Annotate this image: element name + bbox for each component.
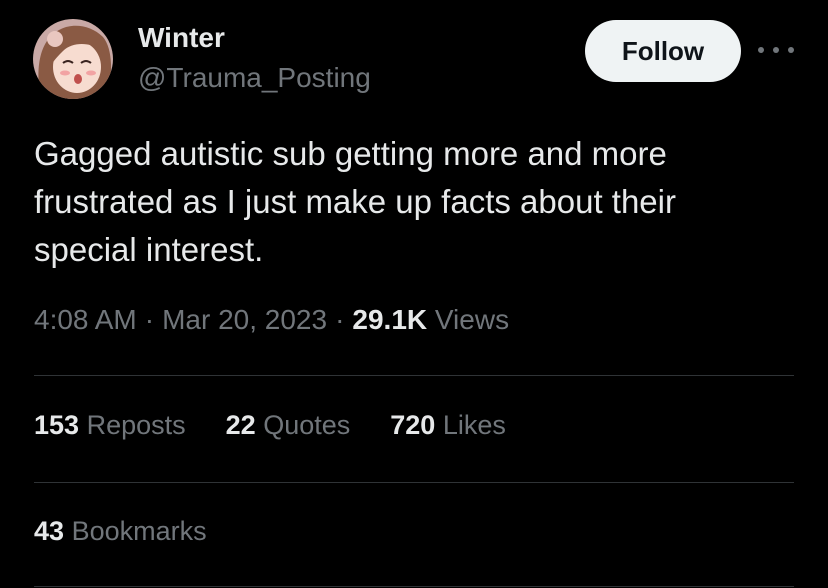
tweet-date[interactable]: Mar 20, 2023	[162, 304, 327, 335]
quotes-stat[interactable]: 22 Quotes	[226, 410, 351, 441]
more-dot	[788, 47, 794, 53]
views-count: 29.1K	[352, 304, 428, 335]
more-horizontal-icon[interactable]	[758, 38, 794, 62]
bookmarks-stat[interactable]: 43 Bookmarks	[34, 516, 207, 547]
quotes-count: 22	[225, 410, 256, 440]
divider	[34, 586, 794, 587]
quotes-label: Quotes	[263, 410, 351, 440]
tweet-text: Gagged autistic sub getting more and mor…	[34, 135, 676, 268]
tweet-time[interactable]: 4:08 AM	[34, 304, 137, 335]
more-dot	[758, 47, 764, 53]
likes-label: Likes	[442, 410, 506, 440]
avatar[interactable]	[33, 19, 113, 99]
engagement-stats: 153 Reposts 22 Quotes 720 Likes	[34, 410, 506, 441]
likes-stat[interactable]: 720 Likes	[390, 410, 506, 441]
author-name[interactable]: Winter	[138, 22, 225, 54]
reposts-count: 153	[34, 410, 80, 440]
bookmarks-count: 43	[34, 516, 65, 546]
separator: ·	[144, 304, 155, 335]
reposts-label: Reposts	[86, 410, 186, 440]
likes-count: 720	[390, 410, 436, 440]
bookmarks-label: Bookmarks	[71, 516, 207, 546]
follow-button[interactable]: Follow	[585, 20, 741, 82]
reposts-stat[interactable]: 153 Reposts	[34, 410, 186, 441]
views-label: Views	[434, 304, 510, 335]
tweet-meta: 4:08 AM · Mar 20, 2023 · 29.1K Views	[34, 304, 509, 336]
divider	[34, 375, 794, 376]
separator: ·	[335, 304, 345, 335]
anime-girl-avatar-icon	[33, 19, 113, 99]
author-handle[interactable]: @Trauma_Posting	[138, 62, 371, 94]
divider	[34, 482, 794, 483]
more-dot	[773, 47, 779, 53]
